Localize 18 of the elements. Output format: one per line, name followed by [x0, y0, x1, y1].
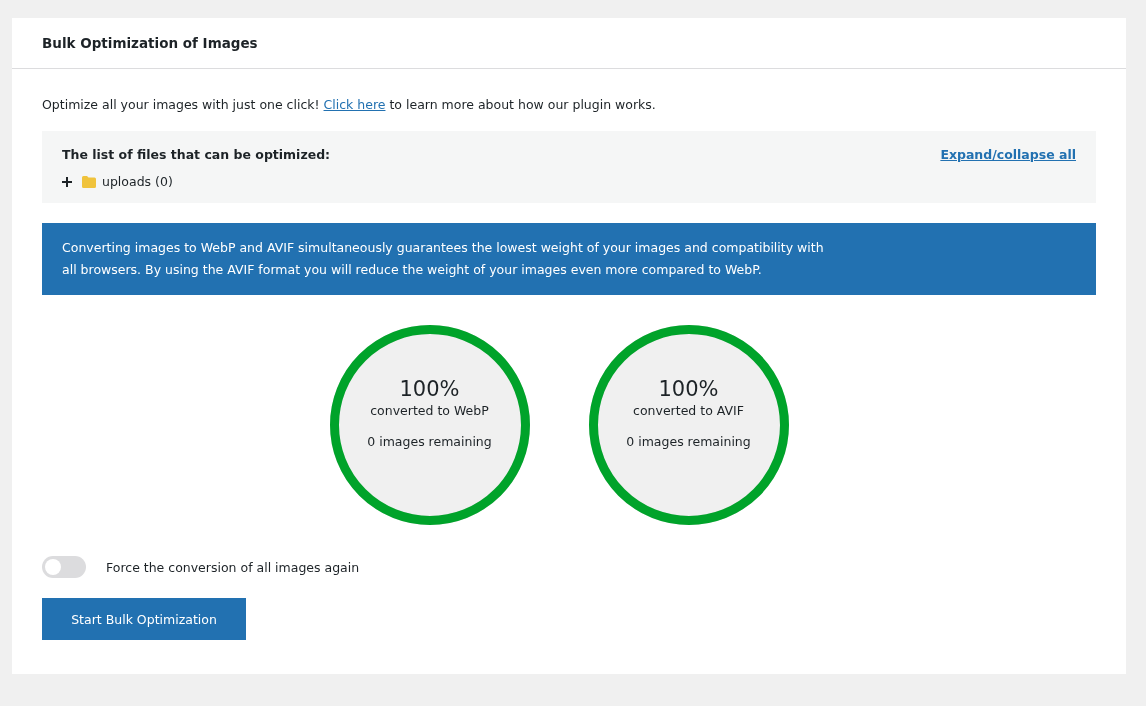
remaining-count: 0 images remaining: [625, 434, 752, 449]
learn-more-link[interactable]: Click here: [323, 97, 386, 112]
remaining-count: 0 images remaining: [366, 434, 493, 449]
info-notice: Converting images to WebP and AVIF simultaneously guarantees the lowest weight of your images and compatibility with all browsers. By using the AVIF format you will reduce the weight of your images even more compared to WebP.: [42, 223, 1096, 295]
progress-caption: converted to WebP: [369, 403, 490, 418]
expand-collapse-link[interactable]: Expand/collapse all: [940, 147, 1076, 162]
panel-title: Bulk Optimization of Images: [42, 35, 258, 51]
intro-text: Optimize all your images with just one click! Click here to learn more about how our plugin works.: [42, 96, 657, 114]
folder-label[interactable]: uploads (0): [102, 174, 173, 189]
files-heading: The list of files that can be optimized:: [62, 147, 331, 162]
expand-icon[interactable]: [62, 176, 72, 187]
toggle-label: Force the conversion of all images again: [106, 559, 360, 575]
start-button[interactable]: Start Bulk Optimization: [42, 598, 246, 640]
percent-value: 100%: [657, 377, 720, 401]
percent-value: 100%: [398, 377, 461, 401]
folder-icon: [82, 175, 96, 188]
toggle-switch[interactable]: [42, 556, 86, 578]
progress-caption: converted to AVIF: [632, 403, 745, 418]
